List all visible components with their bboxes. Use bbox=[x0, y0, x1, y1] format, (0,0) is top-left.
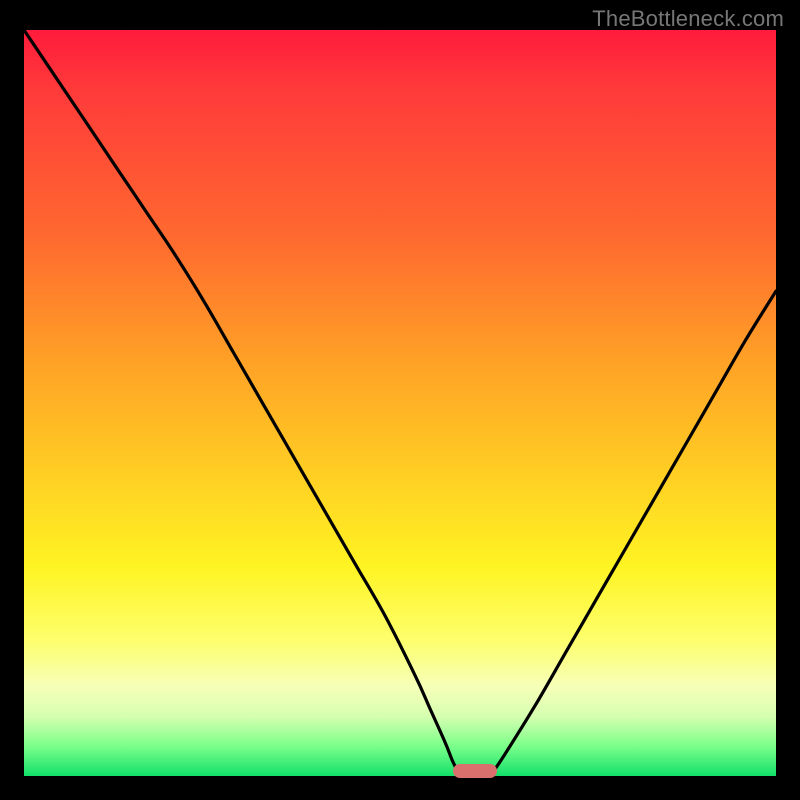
left-curve bbox=[24, 30, 460, 776]
watermark-text: TheBottleneck.com bbox=[592, 6, 784, 32]
plot-area bbox=[24, 30, 776, 776]
dip-marker bbox=[453, 764, 497, 778]
chart-frame: TheBottleneck.com bbox=[0, 0, 800, 800]
curve-layer bbox=[24, 30, 776, 776]
right-curve bbox=[490, 291, 776, 776]
